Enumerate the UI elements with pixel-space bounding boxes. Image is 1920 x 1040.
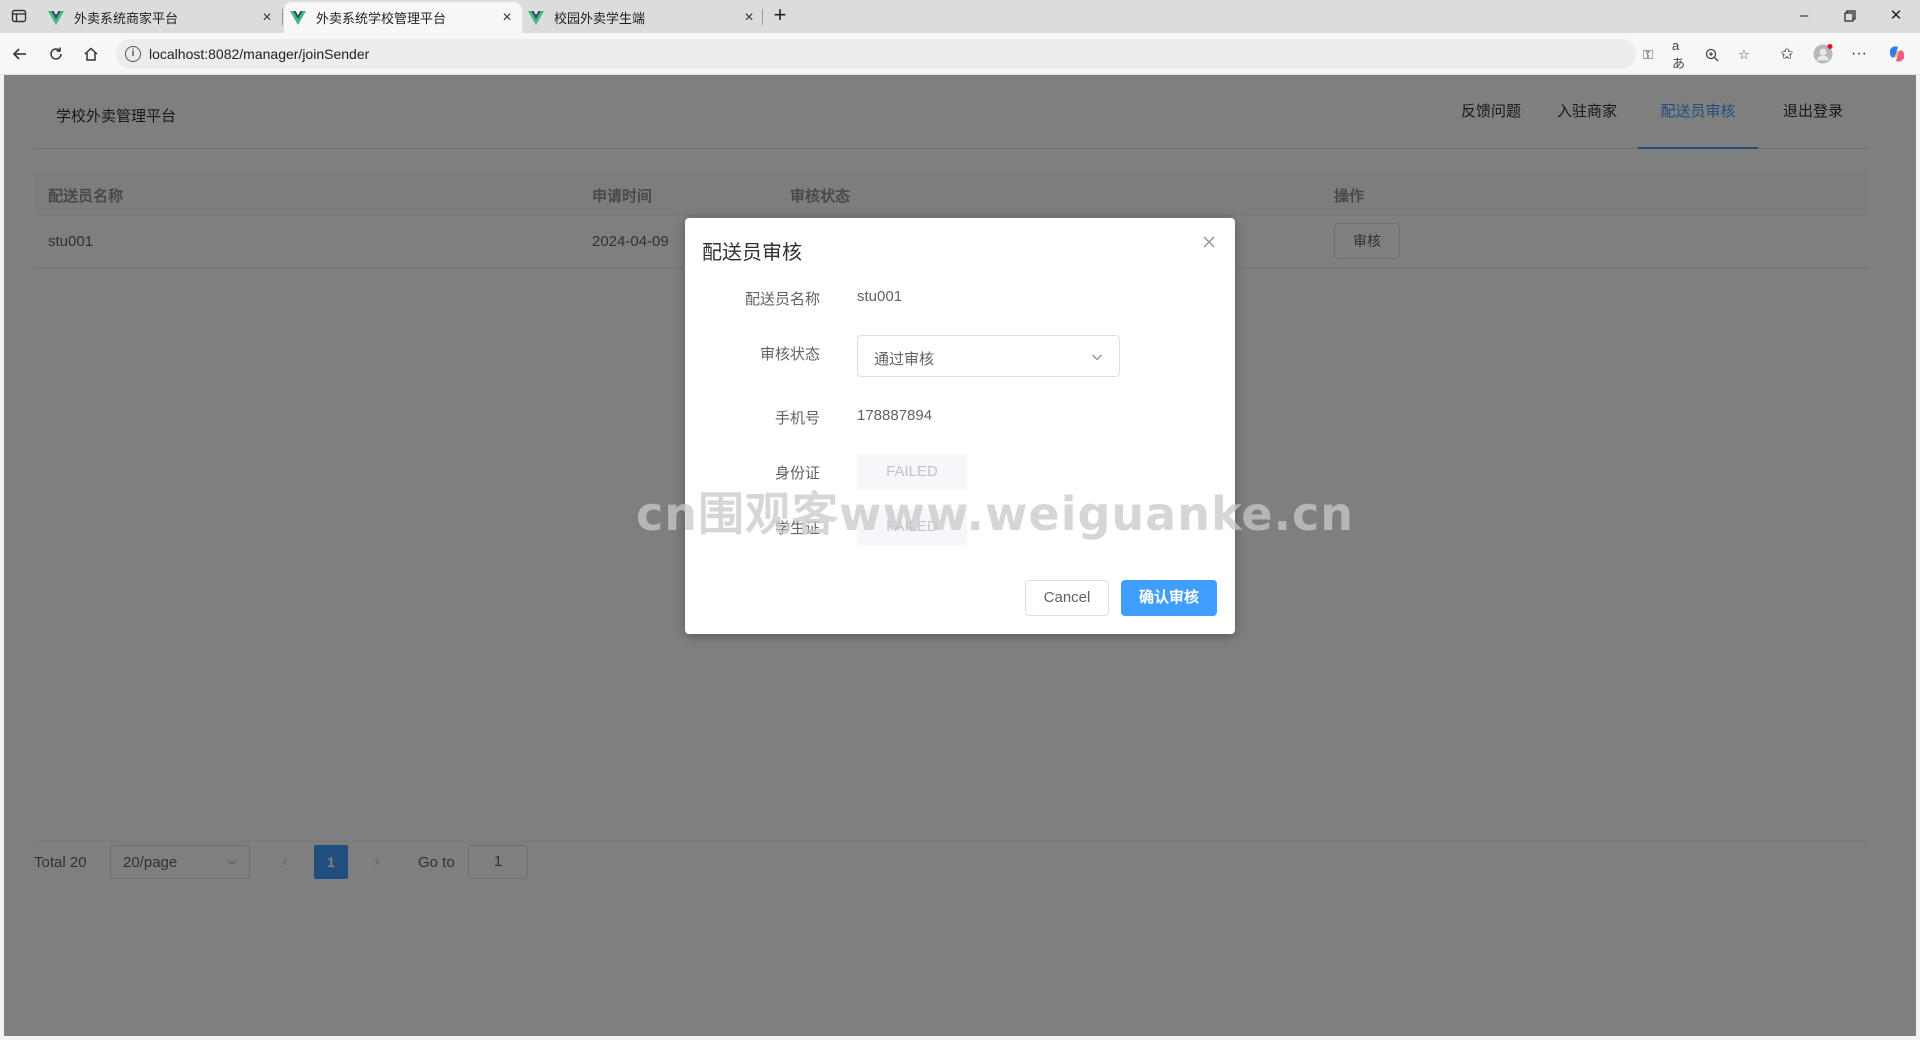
name-label: 配送员名称 xyxy=(744,291,820,308)
tab-close-icon[interactable]: × xyxy=(498,9,516,27)
browser-tab-student[interactable]: 校园外卖学生端 × xyxy=(528,2,758,33)
copilot-icon[interactable] xyxy=(1886,43,1908,65)
url-text[interactable]: localhost:8082/manager/joinSender xyxy=(149,46,369,62)
tab-close-icon[interactable]: × xyxy=(740,9,758,27)
tab-actions-icon[interactable] xyxy=(10,7,28,25)
read-aloud-icon[interactable]: aあ xyxy=(1672,38,1688,71)
confirm-review-button[interactable]: 确认审核 xyxy=(1121,580,1217,616)
reload-icon[interactable] xyxy=(44,42,68,66)
favorite-star-icon[interactable]: ☆ xyxy=(1736,47,1752,63)
tab-close-icon[interactable]: × xyxy=(258,9,276,27)
close-icon[interactable] xyxy=(1199,232,1219,252)
profile-avatar-icon[interactable] xyxy=(1812,43,1834,65)
cancel-button[interactable]: Cancel xyxy=(1025,580,1109,616)
tab-title: 外卖系统商家平台 xyxy=(74,11,179,26)
restore-icon[interactable] xyxy=(1838,4,1862,28)
url-bar[interactable]: i localhost:8082/manager/joinSender ⚿ aあ… xyxy=(116,38,1750,71)
phone-value: 178887894 xyxy=(857,407,933,424)
favorites-icon[interactable]: ✩ xyxy=(1776,43,1798,65)
tab-separator xyxy=(762,9,763,25)
more-menu-icon[interactable]: ··· xyxy=(1848,43,1870,65)
back-icon[interactable] xyxy=(8,42,32,66)
close-window-icon[interactable]: ✕ xyxy=(1884,4,1908,28)
vue-logo-icon xyxy=(290,10,306,25)
browser-tab-merchant[interactable]: 外卖系统商家平台 × xyxy=(48,2,276,33)
browser-address-bar: i localhost:8082/manager/joinSender ⚿ aあ… xyxy=(0,33,1920,75)
tab-title: 校园外卖学生端 xyxy=(554,11,646,26)
minimize-icon[interactable]: – xyxy=(1792,4,1816,28)
phone-label: 手机号 xyxy=(774,410,820,427)
watermark-text: cn围观客www.weiguanke.cn xyxy=(636,487,1355,541)
review-status-value: 通过审核 xyxy=(874,351,935,368)
chevron-down-icon xyxy=(1092,354,1102,361)
site-info-icon[interactable]: i xyxy=(125,46,141,62)
zoom-icon[interactable] xyxy=(1704,47,1720,63)
key-icon[interactable]: ⚿ xyxy=(1640,47,1656,63)
vue-logo-icon xyxy=(48,10,64,25)
review-status-select[interactable]: 通过审核 xyxy=(857,335,1120,377)
vue-logo-icon xyxy=(528,10,544,25)
dialog-title: 配送员审核 xyxy=(702,242,802,264)
status-label: 审核状态 xyxy=(759,346,820,363)
tab-separator xyxy=(282,9,283,25)
browser-tab-bar: 外卖系统商家平台 × 外卖系统学校管理平台 × 校园外卖学生端 × + – ✕ xyxy=(0,0,1920,33)
browser-tab-school-admin[interactable]: 外卖系统学校管理平台 × xyxy=(284,2,522,33)
courier-review-dialog: 配送员审核 配送员名称 stu001 审核状态 通过审核 手机号 1788878… xyxy=(685,218,1235,634)
home-icon[interactable] xyxy=(79,42,103,66)
new-tab-icon[interactable]: + xyxy=(768,4,792,28)
name-value: stu001 xyxy=(857,288,903,305)
tab-title: 外卖系统学校管理平台 xyxy=(316,11,447,26)
